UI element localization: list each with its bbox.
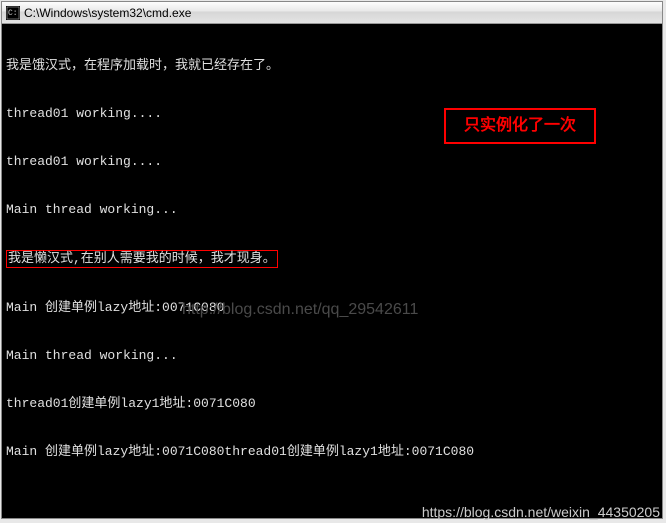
console-line: Main 创建单例lazy地址:0071C080thread01创建单例lazy… [6,444,658,460]
console-line: thread01创建单例lazy1地址:0071C080 [6,396,658,412]
console-line: 我是饿汉式，在程序加载时，我就已经存在了。 [6,58,658,74]
console-line: thread01 working.... [6,154,658,170]
annotation-box: 只实例化了一次 [444,108,596,144]
window-title: C:\Windows\system32\cmd.exe [24,6,191,20]
console-line: Main thread working... [6,202,658,218]
cmd-icon: C: [6,6,20,20]
titlebar[interactable]: C: C:\Windows\system32\cmd.exe [2,2,662,24]
console-line: Main 创建单例lazy地址:0071C080 [6,300,658,316]
highlighted-text: 我是懒汉式,在别人需要我的时候，我才现身。 [6,250,278,268]
console-output[interactable]: 我是饿汉式，在程序加载时，我就已经存在了。 thread01 working..… [2,24,662,518]
cmd-window: C: C:\Windows\system32\cmd.exe 我是饿汉式，在程序… [1,1,663,519]
console-line: Main thread working... [6,348,658,364]
svg-text:C:: C: [8,9,18,18]
console-line: 我是懒汉式,在别人需要我的时候，我才现身。 [6,250,658,268]
